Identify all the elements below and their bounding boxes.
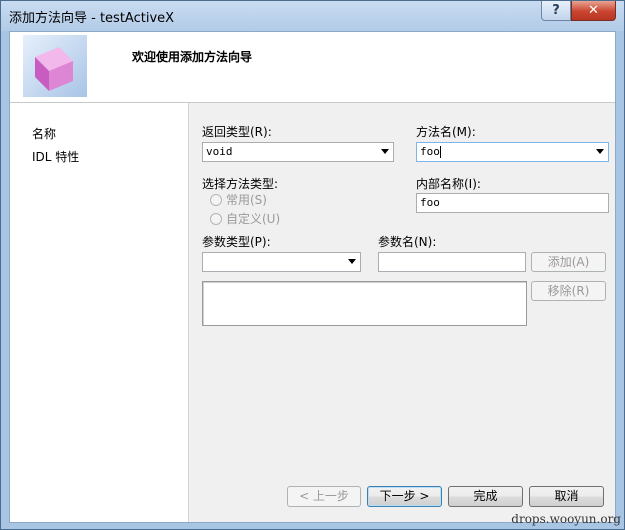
nav-pane: 名称 IDL 特性 (10, 103, 189, 522)
param-type-label: 参数类型(P): (202, 235, 271, 249)
text-cursor (439, 146, 441, 158)
radio-custom[interactable] (210, 213, 222, 225)
nav-item-name[interactable]: 名称 (32, 125, 56, 142)
title-bar[interactable]: 添加方法向导 - testActiveX ? ✕ (1, 1, 624, 31)
internal-name-input[interactable]: foo (416, 193, 609, 213)
wizard-header: 欢迎使用添加方法向导 (10, 32, 615, 103)
wizard-window: 添加方法向导 - testActiveX ? ✕ 欢迎使用添加方法向导 名称 I… (0, 0, 625, 530)
param-type-dropdown[interactable] (202, 252, 361, 272)
param-name-label: 参数名(N): (378, 235, 437, 249)
watermark: drops.wooyun.org (511, 512, 621, 526)
method-name-value: foo (420, 145, 440, 158)
chevron-down-icon (381, 149, 389, 154)
window-title: 添加方法向导 - testActiveX (9, 11, 175, 26)
radio-custom-label: 自定义(U) (226, 212, 281, 226)
return-type-value: void (206, 145, 233, 158)
internal-name-label: 内部名称(I): (416, 177, 481, 191)
prev-button[interactable]: < 上一步 (287, 486, 361, 507)
radio-common-label: 常用(S) (226, 193, 267, 207)
param-name-input[interactable] (378, 252, 526, 272)
method-name-combobox[interactable]: foo (416, 142, 609, 162)
help-button[interactable]: ? (541, 1, 571, 21)
param-listbox[interactable] (202, 281, 527, 326)
close-button[interactable]: ✕ (571, 1, 616, 21)
finish-button[interactable]: 完成 (448, 486, 523, 507)
cancel-button[interactable]: 取消 (529, 486, 604, 507)
wizard-cube-icon (23, 35, 87, 97)
method-type-label: 选择方法类型: (202, 177, 279, 191)
chevron-down-icon (348, 259, 356, 264)
add-param-button[interactable]: 添加(A) (531, 252, 606, 272)
radio-common[interactable] (210, 194, 222, 206)
internal-name-value: foo (420, 196, 440, 209)
nav-item-idl-attributes[interactable]: IDL 特性 (32, 148, 79, 165)
wizard-title: 欢迎使用添加方法向导 (132, 50, 253, 64)
return-type-label: 返回类型(R): (202, 125, 272, 139)
return-type-dropdown[interactable]: void (202, 142, 394, 162)
chevron-down-icon (596, 149, 604, 154)
next-button[interactable]: 下一步 > (367, 486, 442, 507)
remove-param-button[interactable]: 移除(R) (531, 281, 606, 301)
method-name-label: 方法名(M): (416, 125, 476, 139)
dialog-client: 欢迎使用添加方法向导 名称 IDL 特性 返回类型(R): void 方法名(M… (9, 31, 616, 523)
